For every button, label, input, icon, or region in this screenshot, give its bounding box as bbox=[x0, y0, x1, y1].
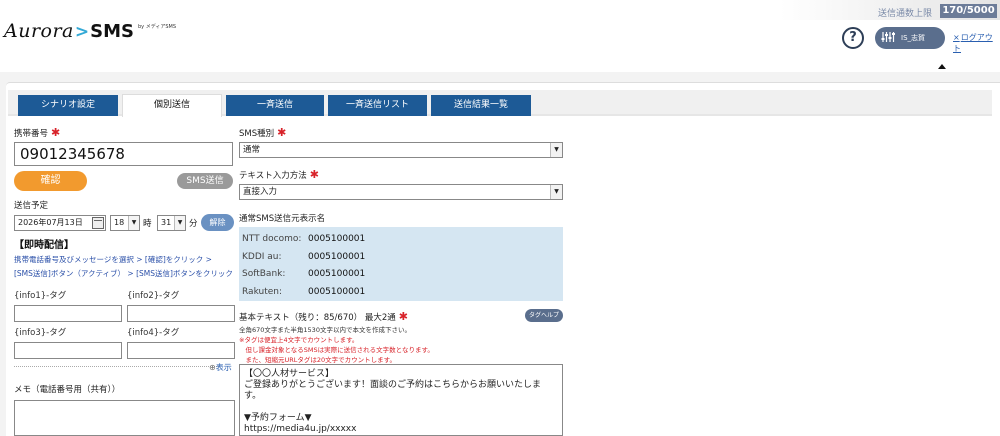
phone-label: 携帯番号 ✱ bbox=[14, 126, 60, 139]
calendar-icon[interactable] bbox=[92, 217, 104, 229]
help-icon[interactable]: ? bbox=[842, 27, 864, 49]
sender-value: 0005100001 bbox=[308, 269, 366, 279]
tag-count-note: ※タグは便宜上4文字でカウントします。 bbox=[239, 336, 359, 344]
url-tag-note: また、短縮元URLタグは20文字でカウントします。 bbox=[239, 356, 397, 364]
confirm-button[interactable]: 確認 bbox=[14, 171, 87, 191]
chevron-down-icon: ▼ bbox=[128, 216, 139, 230]
tab-send-results[interactable]: 送信結果一覧 bbox=[431, 95, 531, 116]
info2-tag-input[interactable] bbox=[127, 305, 235, 322]
info4-tag-label: {info4}-タグ bbox=[127, 328, 180, 338]
logo-sms-text: SMS bbox=[90, 21, 134, 42]
required-mark: ✱ bbox=[51, 126, 61, 139]
tag-help-button[interactable]: タグヘルプ bbox=[525, 309, 563, 322]
chevron-down-icon: ▼ bbox=[550, 143, 562, 157]
tab-bulk-send-list[interactable]: 一斉送信リスト bbox=[328, 95, 427, 116]
user-menu-button[interactable]: IS_志賀 bbox=[875, 27, 945, 49]
clear-button[interactable]: 解除 bbox=[201, 214, 234, 231]
sms-type-select[interactable]: 通常 ▼ bbox=[239, 142, 563, 158]
close-icon: × bbox=[953, 33, 960, 42]
sender-carrier: KDDI au: bbox=[242, 252, 282, 262]
sender-label: 通常SMS送信元表示名 bbox=[239, 214, 326, 224]
body-label: 基本テキスト（残り：85/670） 最大2通 ✱ bbox=[239, 310, 408, 323]
memo-textarea[interactable] bbox=[14, 400, 235, 436]
show-more-link[interactable]: ⊕表示 bbox=[209, 362, 232, 373]
hour-unit: 時 bbox=[143, 219, 152, 229]
quota-label: 送信通数上限 bbox=[878, 9, 933, 19]
char-limit-note: 全角670文字また半角1530文字以内で本文を作成下さい。 bbox=[239, 326, 411, 334]
required-mark: ✱ bbox=[398, 310, 408, 323]
header: 送信通数上限 170/5000 Aurora > SMS by メディアSMS … bbox=[0, 0, 1000, 72]
memo-label: メモ（電話番号用（共有）） bbox=[14, 385, 121, 395]
phone-input[interactable]: 09012345678 bbox=[14, 142, 233, 166]
text-method-value: 直接入力 bbox=[243, 187, 278, 197]
tab-scenario-settings[interactable]: シナリオ設定 bbox=[18, 95, 118, 116]
info1-tag-input[interactable] bbox=[14, 305, 122, 322]
chevron-down-icon: ▼ bbox=[174, 216, 185, 230]
user-name: IS_志賀 bbox=[901, 34, 926, 42]
sender-value: 0005100001 bbox=[308, 234, 366, 244]
logo-chevron-icon: > bbox=[74, 22, 90, 42]
info3-tag-input[interactable] bbox=[14, 342, 122, 359]
hour-select[interactable]: 18 ▼ bbox=[110, 215, 140, 231]
text-method-select[interactable]: 直接入力 ▼ bbox=[239, 184, 563, 200]
required-mark: ✱ bbox=[309, 168, 319, 181]
phone-label-text: 携帯番号 bbox=[14, 129, 49, 139]
show-label: 表示 bbox=[215, 363, 232, 372]
required-mark: ✱ bbox=[277, 126, 287, 139]
minute-value: 31 bbox=[161, 218, 172, 227]
minute-unit: 分 bbox=[189, 219, 198, 229]
logo-by-text: by メディアSMS bbox=[137, 24, 177, 30]
info3-tag-label: {info3}-タグ bbox=[14, 328, 67, 338]
body-label-text: 基本テキスト（残り：85/670） 最大2通 bbox=[239, 313, 396, 323]
sender-carrier: Rakuten: bbox=[242, 287, 283, 297]
sms-send-button[interactable]: SMS送信 bbox=[177, 173, 233, 189]
body-textarea[interactable]: 【〇〇人材サービス】 ご登録ありがとうございます！面談のご予約はこちらからお願い… bbox=[239, 364, 563, 436]
info1-tag-label: {info1}-タグ bbox=[14, 291, 67, 301]
logout-link[interactable]: ×ログアウト bbox=[953, 32, 1000, 54]
sender-carrier: NTT docomo: bbox=[242, 234, 302, 244]
app-logo[interactable]: Aurora > SMS by メディアSMS bbox=[4, 20, 176, 44]
logo-aurora-text: Aurora bbox=[4, 20, 74, 42]
minute-select[interactable]: 31 ▼ bbox=[157, 215, 186, 231]
text-method-label-text: テキスト入力方法 bbox=[239, 171, 307, 181]
info4-tag-input[interactable] bbox=[127, 342, 235, 359]
instant-delivery-title: 【即時配信】 bbox=[14, 240, 74, 251]
info2-tag-label: {info2}-タグ bbox=[127, 291, 180, 301]
user-settings-icon bbox=[881, 31, 895, 46]
caret-up-icon bbox=[938, 64, 946, 69]
sender-carrier: SoftBank: bbox=[242, 269, 286, 279]
billing-note: 但し課金対象となるSMSは実際に送信される文字数となります。 bbox=[239, 346, 434, 354]
sms-type-label-text: SMS種別 bbox=[239, 129, 275, 139]
instruction-line: [SMS送信]ボタン（アクティブ） > [SMS送信]ボタンをクリック bbox=[14, 269, 233, 278]
hour-value: 18 bbox=[114, 218, 125, 227]
text-method-label: テキスト入力方法 ✱ bbox=[239, 168, 319, 181]
sender-value: 0005100001 bbox=[308, 252, 366, 262]
instruction-line: 携帯電話番号及びメッセージを選択 > [確認]をクリック > bbox=[14, 255, 212, 264]
chevron-down-icon: ▼ bbox=[550, 185, 562, 199]
schedule-label: 送信予定 bbox=[14, 201, 49, 211]
sender-value: 0005100001 bbox=[308, 287, 366, 297]
divider bbox=[14, 366, 219, 367]
tab-individual-send[interactable]: 個別送信 bbox=[122, 94, 222, 117]
quota-value: 170/5000 bbox=[940, 4, 997, 18]
sms-type-label: SMS種別 ✱ bbox=[239, 126, 286, 139]
tab-bulk-send[interactable]: 一斉送信 bbox=[226, 95, 324, 116]
sms-type-value: 通常 bbox=[243, 145, 261, 155]
expand-icon: ⊕ bbox=[209, 363, 216, 372]
